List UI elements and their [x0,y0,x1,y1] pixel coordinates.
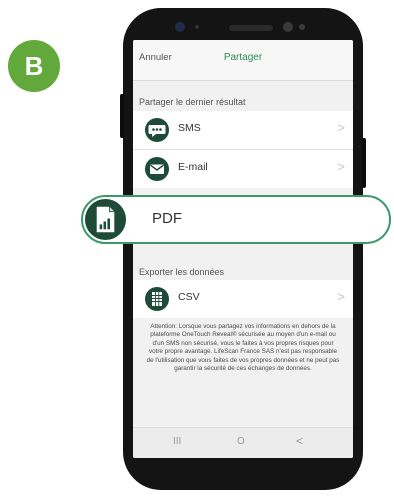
section-last-result-label: Partager le dernier résultat [139,97,246,107]
sms-label: SMS [178,122,201,134]
back-button[interactable]: < [296,434,303,448]
step-badge: B [8,40,60,92]
app-screen: Annuler Partager Partager le dernier rés… [133,40,353,458]
chevron-right-icon: > [337,159,345,174]
screen-title: Partager [223,52,263,63]
home-button[interactable]: O [237,436,245,447]
power-key [362,138,366,188]
chevron-right-icon: > [337,120,345,135]
sensor-dot [195,25,199,29]
light-sensor [299,24,305,30]
pdf-label: PDF [152,210,182,227]
recents-button[interactable]: III [173,436,181,447]
volume-key [120,94,124,138]
spreadsheet-icon [145,287,169,311]
proximity-sensor [283,22,293,32]
front-camera [175,22,185,32]
csv-label: CSV [178,291,200,303]
sms-bubble-icon [145,118,169,142]
top-bar: Annuler Partager [133,40,353,81]
phone-frame: Annuler Partager Partager le dernier rés… [120,8,366,490]
security-disclaimer: Attention: Lorsque vous partagez vos inf… [146,323,340,373]
android-nav-bar: III O < [133,427,353,458]
share-sms-row[interactable]: SMS > [133,111,353,149]
share-pdf-row[interactable]: PDF [81,195,391,244]
pdf-chart-icon [84,198,127,241]
chevron-right-icon: > [337,289,345,304]
export-csv-row[interactable]: CSV > [133,280,353,318]
earpiece-speaker [229,25,273,31]
share-email-row[interactable]: E-mail > [133,150,353,188]
envelope-icon [145,157,169,181]
section-export-label: Exporter les données [139,267,225,277]
email-label: E-mail [178,161,208,173]
